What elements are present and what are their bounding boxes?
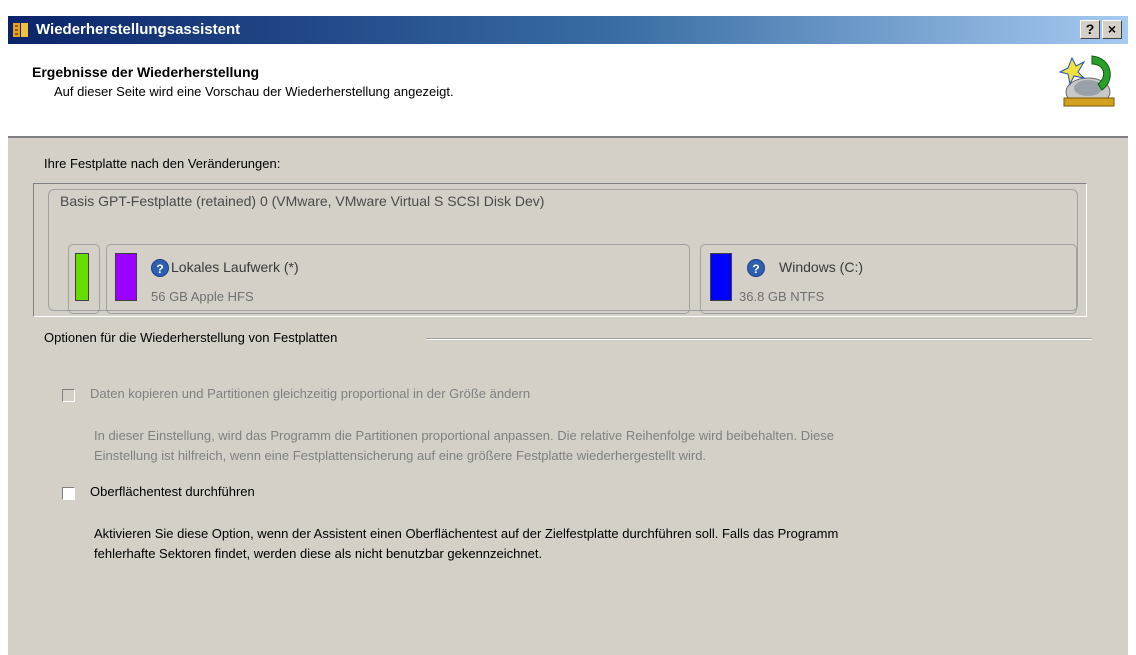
surface-test-desc-line2: fehlerhafte Sektoren findet, werden dies… (94, 546, 543, 561)
proportional-resize-checkbox[interactable] (62, 389, 75, 402)
proportional-resize-desc-line2: Einstellung ist hilfreich, wenn eine Fes… (94, 448, 707, 463)
options-group-label: Optionen für die Wiederherstellung von F… (44, 330, 338, 345)
partition-color-swatch (75, 253, 89, 301)
partition-name: Lokales Laufwerk (*) (171, 259, 299, 275)
disk-title: Basis GPT-Festplatte (retained) 0 (VMwar… (60, 193, 545, 209)
partition-color-swatch (115, 253, 137, 301)
partition-windows[interactable]: ? Windows (C:) 36.8 GB NTFS (700, 244, 1077, 314)
disk-section-label: Ihre Festplatte nach den Veränderungen: (44, 156, 281, 171)
partition-info: 36.8 GB NTFS (739, 289, 825, 304)
page-subtitle: Auf dieser Seite wird eine Vorschau der … (54, 84, 454, 99)
surface-test-desc-line1: Aktivieren Sie diese Option, wenn der As… (94, 526, 839, 541)
window-title: Wiederherstellungsassistent (36, 21, 241, 38)
partition-name: Windows (C:) (779, 259, 864, 275)
help-button[interactable]: ? (1080, 20, 1100, 39)
options-group-separator (426, 338, 1092, 340)
partition-unnamed[interactable] (68, 244, 100, 314)
wizard-header: Ergebnisse der Wiederherstellung Auf die… (8, 44, 1128, 138)
partition-lokales-laufwerk[interactable]: ? Lokales Laufwerk (*) 56 GB Apple HFS (106, 244, 690, 314)
page-title: Ergebnisse der Wiederherstellung (32, 64, 260, 80)
surface-test-label: Oberflächentest durchführen (90, 484, 255, 499)
partition-help-icon[interactable]: ? (151, 259, 169, 277)
restore-wizard-icon (1058, 55, 1115, 107)
surface-test-checkbox[interactable] (62, 487, 75, 500)
partition-color-swatch (710, 253, 732, 301)
partition-info: 56 GB Apple HFS (151, 289, 254, 304)
partition-help-icon[interactable]: ? (747, 259, 765, 277)
proportional-resize-label: Daten kopieren und Partitionen gleichzei… (90, 386, 531, 401)
title-bar[interactable]: Wiederherstellungsassistent ? × (8, 16, 1128, 44)
close-button[interactable]: × (1102, 20, 1122, 39)
proportional-resize-desc-line1: In dieser Einstellung, wird das Programm… (94, 428, 834, 443)
app-icon (13, 23, 28, 37)
